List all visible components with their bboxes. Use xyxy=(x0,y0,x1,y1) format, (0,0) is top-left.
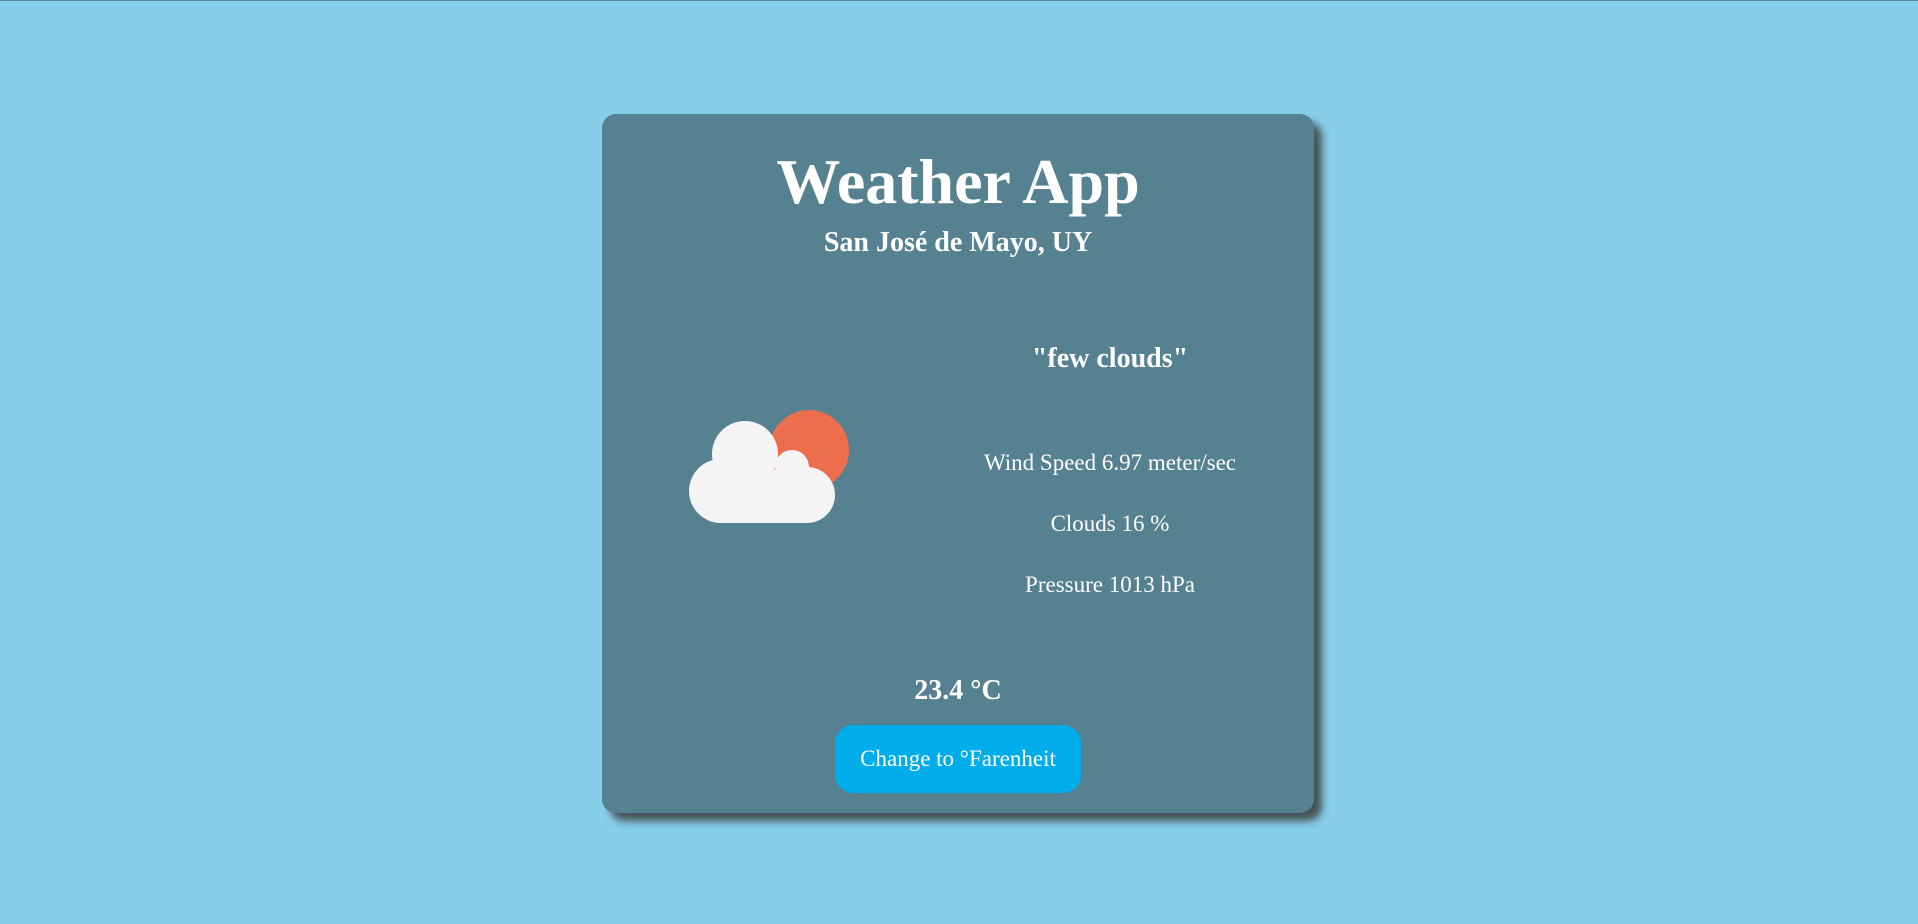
weather-description: "few clouds" xyxy=(1031,343,1189,374)
location-label: San José de Mayo, UY xyxy=(823,227,1093,258)
weather-card: Weather App San José de Mayo, UY "few cl… xyxy=(602,114,1314,813)
wind-speed-text: Wind Speed 6.97 meter/sec xyxy=(983,450,1236,475)
change-unit-button[interactable]: Change to °Farenheit xyxy=(835,725,1081,793)
few-clouds-day-icon xyxy=(684,410,854,530)
app-title: Weather App xyxy=(776,146,1140,217)
clouds-text: Clouds 16 % xyxy=(1050,511,1170,536)
temperature-text: 23.4 °C xyxy=(914,675,1002,706)
pressure-text: Pressure 1013 hPa xyxy=(1025,572,1195,597)
